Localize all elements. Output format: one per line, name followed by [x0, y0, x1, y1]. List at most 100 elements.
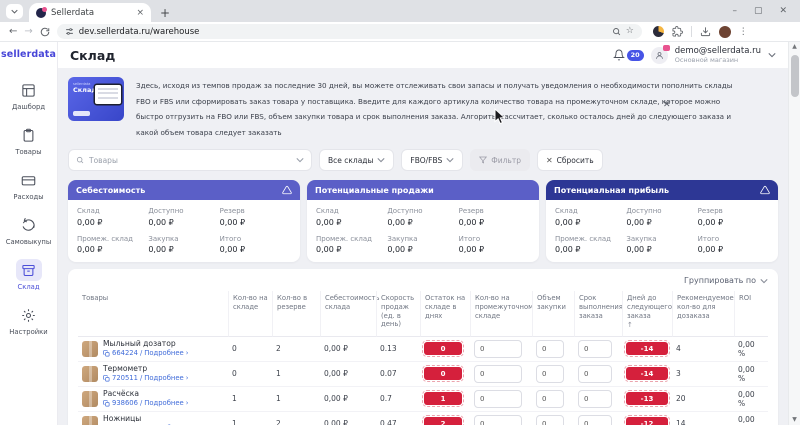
warehouse-box-icon [21, 263, 36, 278]
copy-icon[interactable] [103, 375, 110, 382]
copy-icon[interactable] [103, 350, 110, 357]
col-header-reserve[interactable]: Кол-во в резерве [272, 291, 320, 337]
app-header: Склад 20 demo@sellerdata.ru Основной маг… [58, 42, 788, 68]
article-link[interactable]: 720511 [112, 374, 138, 383]
avatar[interactable] [651, 47, 668, 64]
purchase-volume-input[interactable] [536, 365, 564, 383]
product-name: Ножницы [103, 414, 188, 424]
copy-icon[interactable] [103, 400, 110, 407]
url-text: dev.sellerdata.ru/warehouse [79, 27, 607, 37]
tab-search-button[interactable] [6, 4, 23, 19]
video-thumbnail[interactable]: sellerdata Склад [68, 77, 124, 121]
search-box[interactable] [68, 149, 312, 171]
purchase-volume-input[interactable] [536, 390, 564, 408]
col-header-lead-time[interactable]: Срок выполнения заказа [574, 291, 622, 337]
sidebar-item-warehouse[interactable]: Склад [0, 253, 57, 298]
stock-days-badge: 2 [424, 417, 462, 425]
chevron-down-icon [760, 278, 768, 284]
product-name: Расчёска [103, 389, 188, 399]
article-link[interactable]: 664224 [112, 349, 138, 358]
lead-time-input[interactable] [578, 415, 612, 425]
notifications-button[interactable]: 20 [613, 49, 644, 61]
col-header-purchase[interactable]: Объем закупки [532, 291, 574, 337]
lead-time-input[interactable] [578, 340, 612, 358]
stock-days-badge: 0 [424, 342, 462, 355]
intermediate-qty-input[interactable] [474, 365, 522, 383]
filter-button[interactable]: Фильтр [470, 149, 530, 171]
browser-tab[interactable]: Sellerdata × [29, 3, 151, 22]
col-header-recommended[interactable]: Рекомендуемое кол-во для дозаказа [672, 291, 734, 337]
close-button[interactable]: ✕ [779, 6, 787, 16]
browser-menu-icon[interactable]: ⋮ [739, 27, 748, 37]
details-link[interactable]: Подробнее [144, 374, 183, 383]
col-header-speed[interactable]: Скорость продаж (ед. в день) [376, 291, 420, 337]
chevron-down-icon [11, 9, 18, 14]
scroll-down-icon[interactable]: ▼ [792, 417, 797, 423]
lead-time-input[interactable] [578, 365, 612, 383]
account-info[interactable]: demo@sellerdata.ru Основной магазин [675, 46, 761, 65]
warning-triangle-icon[interactable] [282, 185, 292, 195]
col-header-stock[interactable]: Кол-во на складе [228, 291, 272, 337]
stock-days-badge: 1 [424, 392, 462, 405]
intermediate-qty-input[interactable] [474, 340, 522, 358]
scrollbar-thumb[interactable] [791, 55, 799, 97]
search-input[interactable] [89, 156, 291, 165]
site-info-icon[interactable] [65, 27, 74, 36]
extension-icon[interactable] [653, 26, 664, 37]
chevron-down-icon[interactable] [768, 52, 776, 58]
details-link[interactable]: Подробнее [144, 349, 183, 358]
back-button[interactable]: ← [9, 27, 17, 37]
maximize-button[interactable]: ▢ [754, 6, 763, 16]
scroll-up-icon[interactable]: ▲ [792, 44, 797, 50]
summary-cards: Себестоимость Склад0,00 ₽ Доступно0,00 ₽… [68, 180, 778, 262]
stock-days-badge: 0 [424, 367, 462, 380]
app-logo[interactable]: sellerdata [1, 49, 56, 60]
sidebar-item-dashboard[interactable]: Дашборд [0, 73, 57, 118]
bookmark-star-icon[interactable]: ☆ [626, 27, 634, 36]
details-link[interactable]: Подробнее [144, 399, 183, 408]
sort-asc-icon[interactable]: ↑ [627, 321, 668, 330]
page-title: Склад [70, 48, 115, 63]
reload-button[interactable] [40, 27, 50, 37]
user-store: Основной магазин [675, 56, 761, 64]
article-link[interactable]: 938606 [112, 399, 138, 408]
sidebar-item-buybacks[interactable]: Самовыкупы [0, 208, 57, 253]
purchase-volume-input[interactable] [536, 415, 564, 425]
wallet-icon [21, 173, 36, 188]
group-by-dropdown[interactable]: Группировать по [78, 273, 768, 291]
minimize-button[interactable]: – [732, 6, 737, 16]
col-header-roi[interactable]: ROI [734, 291, 768, 337]
scrollbar[interactable]: ▲ ▼ [788, 42, 800, 425]
col-header-days-to-order[interactable]: Дней до следующего заказа↑ [622, 291, 672, 337]
days-to-order-badge: -14 [626, 342, 668, 355]
sidebar-item-products[interactable]: Товары [0, 118, 57, 163]
funnel-icon [479, 156, 487, 164]
address-bar[interactable]: dev.sellerdata.ru/warehouse ☆ [57, 24, 642, 39]
col-header-days-stock[interactable]: Остаток на складе в днях [420, 291, 470, 337]
chevron-down-icon [446, 157, 454, 163]
new-tab-button[interactable]: + [160, 7, 170, 19]
extensions-puzzle-icon[interactable] [672, 26, 683, 37]
fbo-fbs-dropdown[interactable]: FBO/FBS [401, 149, 463, 171]
download-icon[interactable] [700, 26, 711, 37]
forward-button[interactable]: → [24, 27, 32, 37]
browser-profile-avatar[interactable] [719, 26, 731, 38]
tab-close-icon[interactable]: × [136, 8, 144, 18]
col-header-products[interactable]: Товары [78, 291, 228, 337]
col-header-cost[interactable]: Себестоимость склада [320, 291, 376, 337]
banner-close-icon[interactable]: ✕ [663, 100, 671, 110]
zoom-icon[interactable] [612, 27, 621, 36]
tab-title: Sellerdata [51, 8, 131, 18]
intermediate-qty-input[interactable] [474, 415, 522, 425]
purchase-volume-input[interactable] [536, 340, 564, 358]
lead-time-input[interactable] [578, 390, 612, 408]
sidebar-item-expenses[interactable]: Расходы [0, 163, 57, 208]
reset-button[interactable]: ✕ Сбросить [537, 149, 603, 171]
toolbar-right: ⋮ [653, 26, 748, 38]
banner-text: Здесь, исходя из темпов продаж за послед… [136, 78, 736, 140]
col-header-intermediate[interactable]: Кол-во на промежуточном складе [470, 291, 532, 337]
sidebar-item-settings[interactable]: Настройки [0, 298, 57, 343]
warning-triangle-icon[interactable] [760, 185, 770, 195]
intermediate-qty-input[interactable] [474, 390, 522, 408]
warehouses-dropdown[interactable]: Все склады [319, 149, 394, 171]
